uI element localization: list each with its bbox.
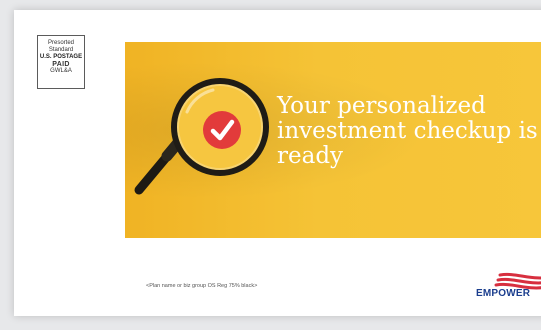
logo-wordmark: EMPOWER: [476, 288, 531, 299]
empower-logo: EMPOWER: [476, 272, 541, 302]
postage-presorted: Presorted: [47, 40, 74, 46]
hero-banner: Your personalized investment checkup is …: [125, 42, 541, 238]
postage-us-postage: U.S. POSTAGE: [39, 54, 83, 60]
mailer-card: Presorted Standard U.S. POSTAGE PAID GWL…: [14, 10, 541, 316]
postage-permit-holder: GWL&A: [50, 68, 72, 74]
headline: Your personalized investment checkup is …: [277, 93, 538, 169]
plan-name-placeholder: <Plan name or biz group OS Reg 75% black…: [146, 283, 258, 289]
check-icon: [203, 111, 241, 149]
postage-standard: Standard: [48, 47, 74, 53]
postage-paid: PAID: [52, 61, 70, 68]
postage-indicia: Presorted Standard U.S. POSTAGE PAID GWL…: [37, 35, 85, 89]
